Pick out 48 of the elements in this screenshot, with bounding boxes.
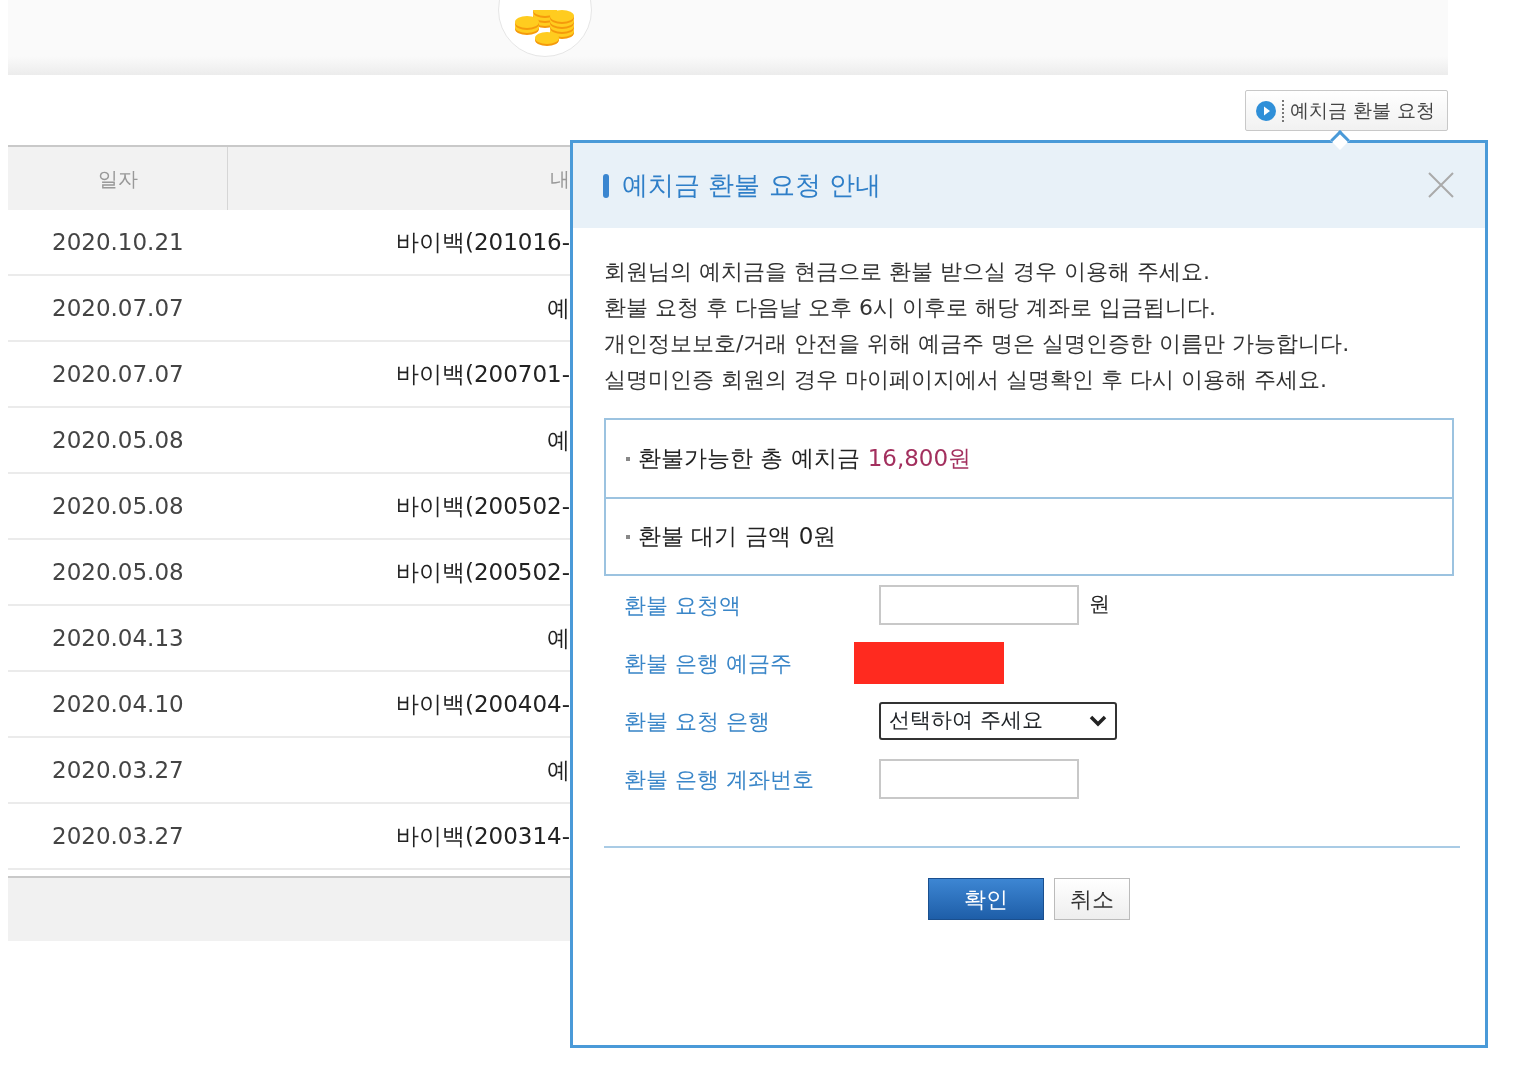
content-cell-text: 바이백(201016- (394, 227, 570, 257)
date-cell-text: 2020.04.13 (51, 623, 185, 653)
date-cell-text: 2020.05.08 (51, 557, 185, 587)
bullet-icon (626, 534, 630, 539)
close-button[interactable] (1427, 171, 1455, 199)
notice-text: 회원님의 예치금을 현금으로 환불 받으실 경우 이용해 주세요. (604, 258, 1211, 286)
input-field[interactable] (879, 585, 1079, 625)
unit-label: 원 (1089, 591, 1110, 619)
input-field[interactable] (879, 759, 1079, 799)
date-cell-text: 2020.07.07 (51, 359, 185, 389)
chevron-down-icon (1089, 715, 1107, 727)
summary-amount: 16,800원 (867, 444, 972, 474)
bullet-icon (626, 456, 630, 461)
content-cell-text: 예 (546, 623, 570, 653)
date-cell-text: 2020.03.27 (51, 821, 185, 851)
summary-label: 환불가능한 총 예치금 (638, 444, 860, 474)
bank-select[interactable]: 선택하여 주세요 (879, 702, 1117, 740)
content-cell-text: 예 (546, 755, 570, 785)
date-cell-text: 2020.05.08 (51, 491, 185, 521)
content-cell-text: 바이백(200502- (394, 491, 570, 521)
title-marker-icon (603, 173, 609, 198)
content-cell-text: 예 (546, 293, 570, 323)
date-cell-text: 2020.03.27 (51, 755, 185, 785)
notice-text: 환불 요청 후 다음날 오후 6시 이후로 해당 계좌로 입금됩니다. (604, 294, 1217, 322)
refund-request-button[interactable]: 예치금 환불 요청 (1244, 90, 1448, 131)
content-cell-text: 바이백(200314- (394, 821, 570, 851)
content-cell-text: 예 (546, 425, 570, 455)
date-cell-text: 2020.07.07 (51, 293, 185, 323)
date-cell-text: 2020.05.08 (51, 425, 185, 455)
summary-label: 환불 대기 금액 (638, 522, 791, 552)
play-icon (1255, 100, 1276, 121)
field-label: 환불 요청 은행 (624, 707, 771, 736)
summary-amount: 0원 (798, 522, 837, 552)
confirm-button[interactable]: 확인 (928, 878, 1044, 920)
content-cell-text: 바이백(200404- (394, 689, 570, 719)
column-header: 내 (549, 165, 570, 193)
field-label: 환불 요청액 (624, 591, 742, 620)
field-label: 환불 은행 계좌번호 (624, 765, 815, 794)
dialog-title: 예치금 환불 요청 안내 (622, 169, 881, 202)
content-cell-text: 바이백(200502- (394, 557, 570, 587)
field-label: 환불 은행 예금주 (624, 649, 793, 678)
cancel-button[interactable]: 취소 (1054, 878, 1130, 920)
date-cell-text: 2020.10.21 (51, 227, 185, 257)
notice-text: 실명미인증 회원의 경우 마이페이지에서 실명확인 후 다시 이용해 주세요. (604, 366, 1328, 394)
date-cell-text: 2020.04.10 (51, 689, 185, 719)
column-header: 일자 (8, 147, 228, 210)
notice-text: 개인정보보호/거래 안전을 위해 예금주 명은 실명인증한 이름만 가능합니다. (604, 330, 1351, 358)
content-cell-text: 바이백(200701- (394, 359, 570, 389)
